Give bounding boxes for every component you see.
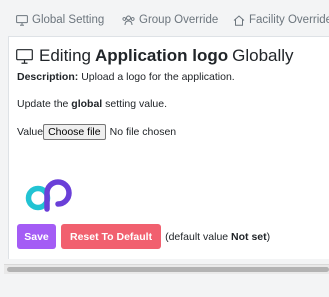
tab-global-setting[interactable]: Global Setting — [16, 11, 104, 29]
update-instruction: Update the global setting value. — [17, 98, 167, 110]
setting-name: Application logo — [94, 46, 229, 65]
update-prefix: Update the — [17, 98, 69, 110]
update-suffix: setting value. — [105, 98, 168, 110]
value-label: Value — [17, 126, 44, 138]
action-row: Save Reset To Default (default value Not… — [17, 224, 270, 249]
description-label: Description: — [17, 71, 79, 83]
choose-file-button[interactable]: Choose file — [43, 124, 106, 140]
default-note-prefix: (default value — [165, 230, 229, 243]
description-text: Upload a logo for the application. — [81, 71, 235, 83]
setting-description: Description: Upload a logo for the appli… — [17, 71, 235, 83]
title-suffix: Globally — [232, 46, 294, 65]
reset-to-default-button[interactable]: Reset To Default — [61, 224, 162, 249]
scrollbar-thumb[interactable] — [7, 267, 329, 272]
monitor-icon — [16, 48, 33, 64]
page-title: Editing Application logo Globally — [16, 45, 294, 67]
monitor-icon — [16, 14, 28, 26]
file-status: No file chosen — [109, 126, 177, 138]
tab-global-label: Global Setting — [32, 14, 105, 26]
default-note-suffix: ) — [266, 230, 271, 243]
tab-facility-override[interactable]: Facility Override — [233, 11, 329, 29]
home-icon — [233, 14, 245, 26]
logo-arc — [44, 179, 72, 212]
edit-setting-panel: Editing Application logo Globally Descri… — [8, 36, 329, 259]
users-icon — [122, 15, 135, 25]
default-value: Not set — [231, 230, 267, 243]
tab-facility-label: Facility Override — [249, 14, 329, 26]
value-field: Value Choose file No file chosen — [17, 124, 176, 140]
tab-group-override[interactable]: Group Override — [122, 11, 218, 29]
title-prefix: Editing — [39, 46, 91, 65]
save-button[interactable]: Save — [17, 224, 56, 249]
application-logo-preview — [25, 179, 72, 212]
update-scope: global — [71, 98, 103, 110]
default-value-note: (default value Not set) — [165, 231, 270, 243]
horizontal-scrollbar[interactable] — [4, 264, 329, 274]
tab-group-label: Group Override — [139, 14, 219, 26]
tab-bar: Global Setting Group Override Facility O… — [0, 0, 329, 38]
